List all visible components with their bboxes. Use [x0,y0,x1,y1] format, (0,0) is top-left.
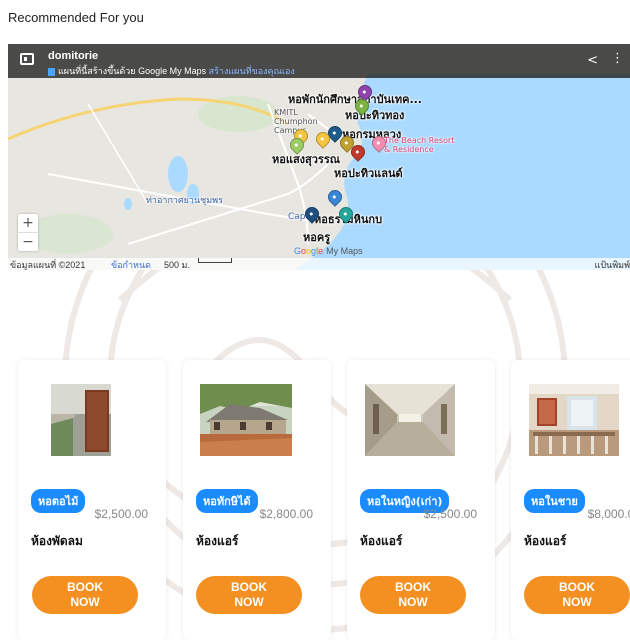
create-map-link[interactable]: สร้างแผนที่ของคุณเอง [209,66,295,76]
map-label-capo: Cap [288,212,306,222]
keyboard-shortcuts-link[interactable]: แป้นพิมพ์ [595,258,630,270]
book-now-button[interactable]: BOOK NOW [196,576,302,614]
room-name: ห้องแอร์ [524,534,567,548]
room-photo[interactable] [365,384,455,456]
room-card[interactable]: หอในหญิง(เก่า) $2,500.00 ห้องแอร์ BOOK N… [347,360,495,640]
book-now-button[interactable]: BOOK NOW [32,576,138,614]
map-label-patiw-island[interactable]: หอปะทิวแลนด์ [334,164,403,182]
book-now-button[interactable]: BOOK NOW [360,576,466,614]
map-menu-icon[interactable] [20,53,34,65]
embedded-map[interactable]: domitorie แผนที่นี้สร้างขึ้นด้วย Google … [8,44,630,270]
info-icon [48,67,55,76]
room-name: ห้องแอร์ [196,534,239,548]
map-footer: ข้อมูลแผนที่ ©2021 ข้อกำหนด 500 ม. แป้นพ… [8,258,630,270]
room-name: ห้องแอร์ [360,534,403,548]
more-icon[interactable]: ⋮ [611,51,624,66]
share-icon[interactable]: < [587,53,598,68]
dorm-badge: หอตอไม้ [31,489,86,513]
google-my-maps-logo: Google My Maps [294,246,363,256]
map-header: domitorie แผนที่นี้สร้างขึ้นด้วย Google … [8,44,630,78]
room-price: $8,000.00 [587,507,630,521]
room-price: $2,500.00 [94,507,148,521]
map-terms-link[interactable]: ข้อกำหนด [111,258,151,270]
room-price: $2,500.00 [423,507,477,521]
dorm-badge: หอทักษิได้ [196,489,258,513]
map-scale-bar [198,258,232,263]
map-subtitle-text: แผนที่นี้สร้างขึ้นด้วย Google My Maps [58,66,207,76]
map-copyright: ข้อมูลแผนที่ ©2021 [10,260,86,270]
map-subtitle: แผนที่นี้สร้างขึ้นด้วย Google My Maps สร… [48,64,295,78]
map-label-saengsuwan[interactable]: หอแสงสุวรรณ [272,150,340,168]
room-card[interactable]: หอในชาย $8,000.00 ห้องแอร์ BOOK NOW [511,360,630,640]
room-photo[interactable] [200,384,292,456]
map-label-khru[interactable]: หอครู [303,228,330,246]
map-label-beach-resort[interactable]: The Beach Resort & Residence [384,136,454,154]
section-title: Recommended For you [8,10,144,25]
room-price: $2,800.00 [259,507,313,521]
map-label-pattong[interactable]: หอปะทิวทอง [345,106,404,124]
room-photo[interactable] [529,384,619,456]
map-label-airport: ท่าอากาศยานชุมพร [146,196,223,206]
room-photo[interactable] [51,384,111,456]
book-now-button[interactable]: BOOK NOW [524,576,630,614]
room-name: ห้องพัดลม [31,534,83,548]
map-title[interactable]: domitorie [48,50,98,62]
zoom-out-icon[interactable]: − [18,232,38,251]
room-card[interactable]: หอตอไม้ $2,500.00 ห้องพัดลม BOOK NOW [18,360,166,640]
map-scale-label: 500 ม. [164,260,190,270]
dorm-badge: หอในชาย [524,489,585,513]
zoom-in-icon[interactable]: + [18,214,38,232]
room-card[interactable]: หอทักษิได้ $2,800.00 ห้องแอร์ BOOK NOW [183,360,331,640]
zoom-controls: + − [18,214,38,251]
